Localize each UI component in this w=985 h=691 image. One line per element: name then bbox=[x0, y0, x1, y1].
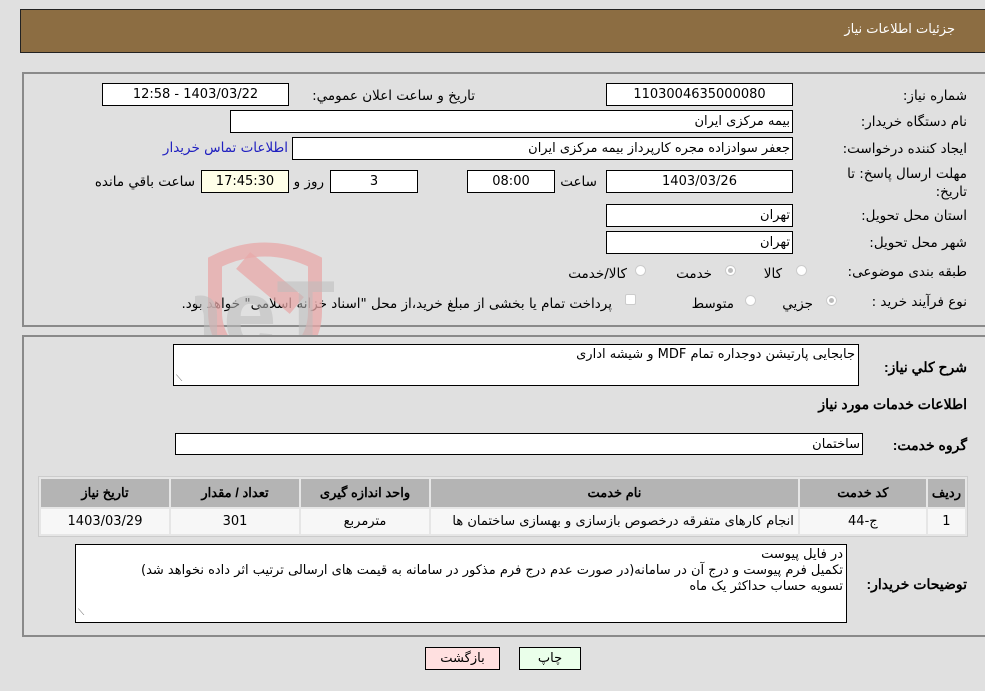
announce-date-label: تاریخ و ساعت اعلان عمومي: bbox=[312, 88, 475, 104]
creator-label: ایجاد کننده درخواست: bbox=[842, 141, 967, 157]
service-group-label: گروه خدمت: bbox=[892, 437, 967, 453]
buyer-note-line: تکمیل فرم پیوست و درج آن در سامانه(در صو… bbox=[141, 563, 843, 578]
page-header: جزئیات اطلاعات نیاز bbox=[20, 9, 985, 53]
category-radio-goods-service[interactable] bbox=[635, 265, 646, 276]
services-table: ردیف کد خدمت نام خدمت واحد اندازه گیری ت… bbox=[38, 476, 968, 537]
col-service-code: کد خدمت bbox=[799, 479, 926, 507]
category-radio-service[interactable] bbox=[725, 265, 736, 276]
process-type-label: نوع فرآیند خرید : bbox=[871, 294, 967, 310]
city-label: شهر محل تحویل: bbox=[869, 235, 967, 251]
days-label: روز و bbox=[293, 174, 324, 190]
province-field[interactable]: تهران bbox=[606, 204, 793, 227]
time-remaining-field: 17:45:30 bbox=[201, 170, 289, 193]
need-number-field[interactable]: 1103004635000080 bbox=[606, 83, 793, 106]
col-need-date: تاریخ نیاز bbox=[41, 479, 169, 507]
deadline-time-label: ساعت bbox=[560, 174, 597, 190]
resize-grip-icon[interactable]: ⟋ bbox=[176, 374, 182, 384]
process-option-medium: متوسط bbox=[691, 296, 734, 312]
category-option-service: خدمت bbox=[676, 266, 712, 282]
summary-text: جابجایی پارتیشن دوجداره تمام MDF و شیشه … bbox=[576, 347, 855, 362]
city-field[interactable]: تهران bbox=[606, 231, 793, 254]
need-number-label: شماره نیاز: bbox=[902, 88, 967, 104]
buyer-org-label: نام دستگاه خریدار: bbox=[860, 114, 967, 130]
deadline-label: مهلت ارسال پاسخ: تا bbox=[847, 166, 967, 182]
cell-row: 1 bbox=[927, 509, 965, 534]
province-label: استان محل تحویل: bbox=[861, 208, 967, 224]
category-option-goods-service: کالا/خدمت bbox=[568, 266, 627, 282]
table-row: 1 ج-44 انجام کارهای متفرقه درخصوص بازساز… bbox=[41, 509, 965, 534]
deadline-label-2: تاریخ: bbox=[935, 184, 967, 200]
cell-service-code: ج-44 bbox=[799, 509, 926, 534]
page-title: جزئیات اطلاعات نیاز bbox=[844, 22, 955, 37]
announce-date-field[interactable]: 1403/03/22 - 12:58 bbox=[102, 83, 289, 106]
col-unit: واحد اندازه گیری bbox=[301, 479, 429, 507]
col-service-name: نام خدمت bbox=[431, 479, 798, 507]
back-button[interactable]: بازگشت bbox=[425, 647, 500, 670]
table-header-row: ردیف کد خدمت نام خدمت واحد اندازه گیری ت… bbox=[41, 479, 965, 507]
col-row: ردیف bbox=[927, 479, 965, 507]
deadline-time-field[interactable]: 08:00 bbox=[467, 170, 555, 193]
buyer-note-line: تسویه حساب حداکثر یک ماه bbox=[689, 579, 843, 594]
category-option-goods: کالا bbox=[763, 266, 782, 282]
summary-label: شرح کلي نیاز: bbox=[883, 359, 967, 375]
cell-quantity: 301 bbox=[171, 509, 299, 534]
treasury-note: پرداخت تمام یا بخشی از مبلغ خرید،از محل … bbox=[181, 296, 612, 312]
treasury-checkbox[interactable] bbox=[625, 294, 636, 305]
cell-unit: مترمربع bbox=[301, 509, 429, 534]
category-label: طبقه بندی موضوعی: bbox=[847, 264, 967, 280]
resize-grip-icon[interactable]: ⟋ bbox=[78, 605, 84, 621]
buyer-note-line: در فایل پیوست bbox=[761, 547, 843, 562]
process-radio-minor[interactable] bbox=[826, 295, 837, 306]
col-quantity: تعداد / مقدار bbox=[171, 479, 299, 507]
services-heading: اطلاعات خدمات مورد نیاز bbox=[818, 396, 967, 412]
print-button[interactable]: چاپ bbox=[519, 647, 581, 670]
category-radio-goods[interactable] bbox=[796, 265, 807, 276]
buyer-notes-textarea[interactable]: در فایل پیوست تکمیل فرم پیوست و درج آن د… bbox=[75, 544, 847, 623]
time-remaining-label: ساعت باقي مانده bbox=[94, 174, 195, 190]
deadline-date-field[interactable]: 1403/03/26 bbox=[606, 170, 793, 193]
days-remaining-field[interactable]: 3 bbox=[330, 170, 418, 193]
buyer-notes-label: توضیحات خریدار: bbox=[866, 576, 967, 592]
buyer-contact-link[interactable]: اطلاعات تماس خریدار bbox=[163, 140, 288, 156]
process-radio-medium[interactable] bbox=[745, 295, 756, 306]
buyer-org-field[interactable]: بیمه مرکزی ایران bbox=[230, 110, 793, 133]
cell-service-name: انجام کارهای متفرقه درخصوص بازسازی و بهس… bbox=[431, 509, 798, 534]
creator-field[interactable]: جعفر سوادزاده مجره کارپرداز بیمه مرکزی ا… bbox=[292, 137, 793, 160]
service-group-field[interactable]: ساختمان bbox=[175, 433, 863, 455]
process-option-minor: جزیي bbox=[782, 296, 813, 312]
cell-need-date: 1403/03/29 bbox=[41, 509, 169, 534]
summary-textarea[interactable]: جابجایی پارتیشن دوجداره تمام MDF و شیشه … bbox=[173, 344, 859, 386]
